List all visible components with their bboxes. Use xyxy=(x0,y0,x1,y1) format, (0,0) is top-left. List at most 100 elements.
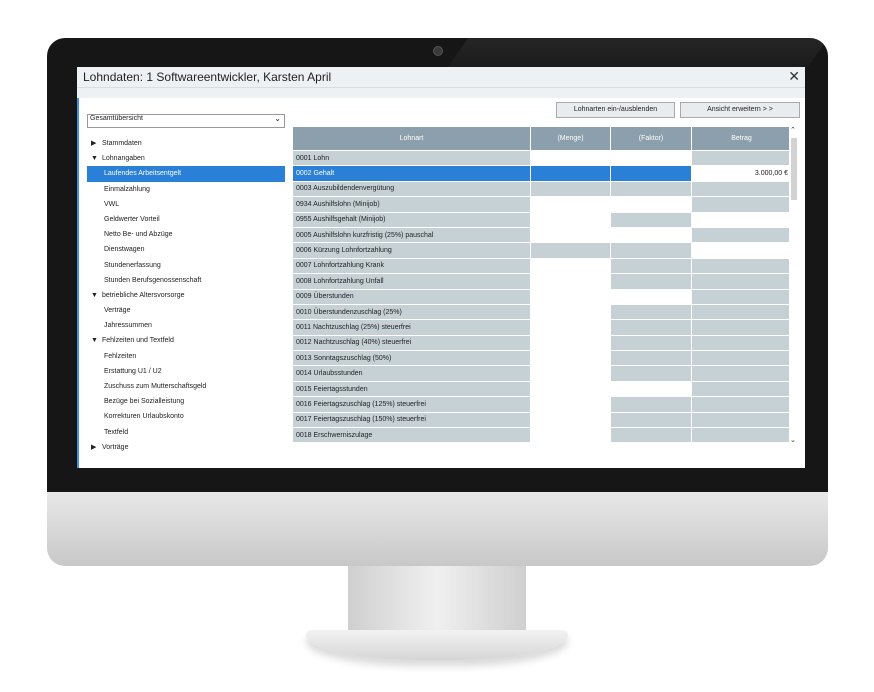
betrag-cell[interactable]: 3.000,00 € xyxy=(691,165,792,182)
menge-cell[interactable] xyxy=(530,411,611,429)
tree-item[interactable]: Netto Be- und Abzüge xyxy=(87,227,285,242)
tree-item[interactable]: Dienstwagen xyxy=(87,242,285,257)
wage-type-cell[interactable]: 0003 Auszubildendenvergütung xyxy=(292,180,531,198)
tree-item[interactable]: Fehlzeiten xyxy=(87,349,285,364)
table-row[interactable]: 0016 Feiertagszuschlag (125%) steuerfrei xyxy=(292,396,792,413)
wage-type-cell[interactable]: 0001 Lohn xyxy=(292,149,531,167)
menge-cell[interactable] xyxy=(530,319,611,336)
table-row[interactable]: 0017 Feiertagszuschlag (150%) steuerfrei xyxy=(292,411,792,429)
tree-item[interactable]: Verträge xyxy=(87,303,285,318)
wage-type-cell[interactable]: 0002 Gehalt xyxy=(292,165,531,182)
table-row[interactable]: 0003 Auszubildendenvergütung xyxy=(292,180,792,198)
betrag-cell[interactable] xyxy=(691,350,792,367)
tree-item[interactable]: ▼ betriebliche Altersvorsorge xyxy=(87,288,285,303)
tree-item[interactable]: Korrekturen Urlaubskonto xyxy=(87,409,285,424)
menge-cell[interactable] xyxy=(530,273,611,290)
menge-cell[interactable] xyxy=(530,365,611,382)
column-header[interactable]: Betrag xyxy=(691,126,792,151)
grid-scrollbar[interactable]: ⌃ ⌄ xyxy=(789,126,799,444)
wage-type-cell[interactable]: 0005 Aushilfslohn kurzfristig (25%) paus… xyxy=(292,226,531,244)
menge-cell[interactable] xyxy=(530,380,611,398)
caret-down-icon[interactable]: ▼ xyxy=(91,333,102,348)
overview-select[interactable]: Gesamtübersicht ⌄ xyxy=(87,114,285,128)
wage-type-cell[interactable]: 0007 Lohnfortzahlung Krank xyxy=(292,257,531,275)
wage-type-cell[interactable]: 0012 Nachtzuschlag (40%) steuerfrei xyxy=(292,334,531,352)
menge-cell[interactable] xyxy=(530,288,611,305)
betrag-cell[interactable] xyxy=(691,180,792,198)
faktor-cell[interactable] xyxy=(610,334,692,352)
betrag-cell[interactable] xyxy=(691,334,792,352)
tree-item[interactable]: ▼ Lohnangaben xyxy=(87,151,285,166)
table-row[interactable]: 0010 Überstundenzuschlag (25%) xyxy=(292,303,792,321)
menge-cell[interactable] xyxy=(530,303,611,321)
betrag-cell[interactable] xyxy=(691,211,792,228)
faktor-cell[interactable] xyxy=(610,365,692,382)
faktor-cell[interactable] xyxy=(610,303,692,321)
table-row[interactable]: 0007 Lohnfortzahlung Krank xyxy=(292,257,792,275)
caret-down-icon[interactable]: ▼ xyxy=(91,288,102,303)
faktor-cell[interactable] xyxy=(610,257,692,275)
faktor-cell[interactable] xyxy=(610,180,692,198)
wage-type-cell[interactable]: 0016 Feiertagszuschlag (125%) steuerfrei xyxy=(292,396,531,413)
faktor-cell[interactable] xyxy=(610,411,692,429)
expand-view-button[interactable]: Ansicht erweitern > > xyxy=(680,102,800,118)
betrag-cell[interactable] xyxy=(691,196,792,213)
tree-item[interactable]: Textfeld xyxy=(87,425,285,440)
wage-type-cell[interactable]: 0934 Aushilfslohn (Minijob) xyxy=(292,196,531,213)
menge-cell[interactable] xyxy=(530,396,611,413)
toggle-wage-types-button[interactable]: Lohnarten ein-/ausblenden xyxy=(556,102,675,118)
wage-type-cell[interactable]: 0955 Aushilfsgehalt (Minijob) xyxy=(292,211,531,228)
tree-item[interactable]: Jahressummen xyxy=(87,318,285,333)
tree-item[interactable]: Bezüge bei Sozialleistung xyxy=(87,394,285,409)
betrag-cell[interactable] xyxy=(691,365,792,382)
column-header[interactable]: Lohnart xyxy=(292,126,531,151)
betrag-cell[interactable] xyxy=(691,396,792,413)
betrag-cell[interactable] xyxy=(691,273,792,290)
wage-type-cell[interactable]: 0015 Feiertagsstunden xyxy=(292,380,531,398)
wage-type-cell[interactable]: 0010 Überstundenzuschlag (25%) xyxy=(292,303,531,321)
betrag-cell[interactable] xyxy=(691,303,792,321)
faktor-cell[interactable] xyxy=(610,350,692,367)
menge-cell[interactable] xyxy=(530,350,611,367)
faktor-cell[interactable] xyxy=(610,427,692,444)
table-row[interactable]: 0006 Kürzung Lohnfortzahlung xyxy=(292,242,792,259)
table-row[interactable]: 0002 Gehalt 3.000,00 € xyxy=(292,165,792,182)
betrag-cell[interactable] xyxy=(691,242,792,259)
betrag-cell[interactable] xyxy=(691,319,792,336)
tree-item[interactable]: Laufendes Arbeitsentgelt xyxy=(87,166,285,182)
tree-item[interactable]: ▼ Fehlzeiten und Textfeld xyxy=(87,333,285,348)
menge-cell[interactable] xyxy=(530,226,611,244)
table-row[interactable]: 0934 Aushilfslohn (Minijob) xyxy=(292,196,792,213)
table-row[interactable]: 0955 Aushilfsgehalt (Minijob) xyxy=(292,211,792,228)
menge-cell[interactable] xyxy=(530,334,611,352)
table-row[interactable]: 0014 Urlaubsstunden xyxy=(292,365,792,382)
tree-item[interactable]: Erstattung U1 / U2 xyxy=(87,364,285,379)
scroll-down-icon[interactable]: ⌄ xyxy=(790,436,796,444)
faktor-cell[interactable] xyxy=(610,211,692,228)
table-row[interactable]: 0008 Lohnfortzahlung Unfall xyxy=(292,273,792,290)
betrag-cell[interactable] xyxy=(691,380,792,398)
menge-cell[interactable] xyxy=(530,165,611,182)
scrollbar-thumb[interactable] xyxy=(791,138,797,200)
faktor-cell[interactable] xyxy=(610,396,692,413)
betrag-cell[interactable] xyxy=(691,411,792,429)
menge-cell[interactable] xyxy=(530,427,611,444)
menge-cell[interactable] xyxy=(530,242,611,259)
wage-type-cell[interactable]: 0013 Sonntagszuschlag (50%) xyxy=(292,350,531,367)
wage-type-cell[interactable]: 0008 Lohnfortzahlung Unfall xyxy=(292,273,531,290)
menge-cell[interactable] xyxy=(530,196,611,213)
caret-right-icon[interactable]: ▶ xyxy=(91,440,102,455)
column-header[interactable]: (Faktor) xyxy=(610,126,692,151)
wage-type-cell[interactable]: 0014 Urlaubsstunden xyxy=(292,365,531,382)
caret-down-icon[interactable]: ▼ xyxy=(91,151,102,166)
menge-cell[interactable] xyxy=(530,180,611,198)
tree-item[interactable]: ▶ Stammdaten xyxy=(87,136,285,151)
faktor-cell[interactable] xyxy=(610,165,692,182)
table-row[interactable]: 0005 Aushilfslohn kurzfristig (25%) paus… xyxy=(292,226,792,244)
tree-item[interactable]: Stunden Berufsgenossenschaft xyxy=(87,273,285,288)
table-row[interactable]: 0015 Feiertagsstunden xyxy=(292,380,792,398)
faktor-cell[interactable] xyxy=(610,380,692,398)
wage-type-cell[interactable]: 0018 Erschwerniszulage xyxy=(292,427,531,444)
wage-type-cell[interactable]: 0006 Kürzung Lohnfortzahlung xyxy=(292,242,531,259)
tree-item[interactable]: Geldwerter Vorteil xyxy=(87,212,285,227)
